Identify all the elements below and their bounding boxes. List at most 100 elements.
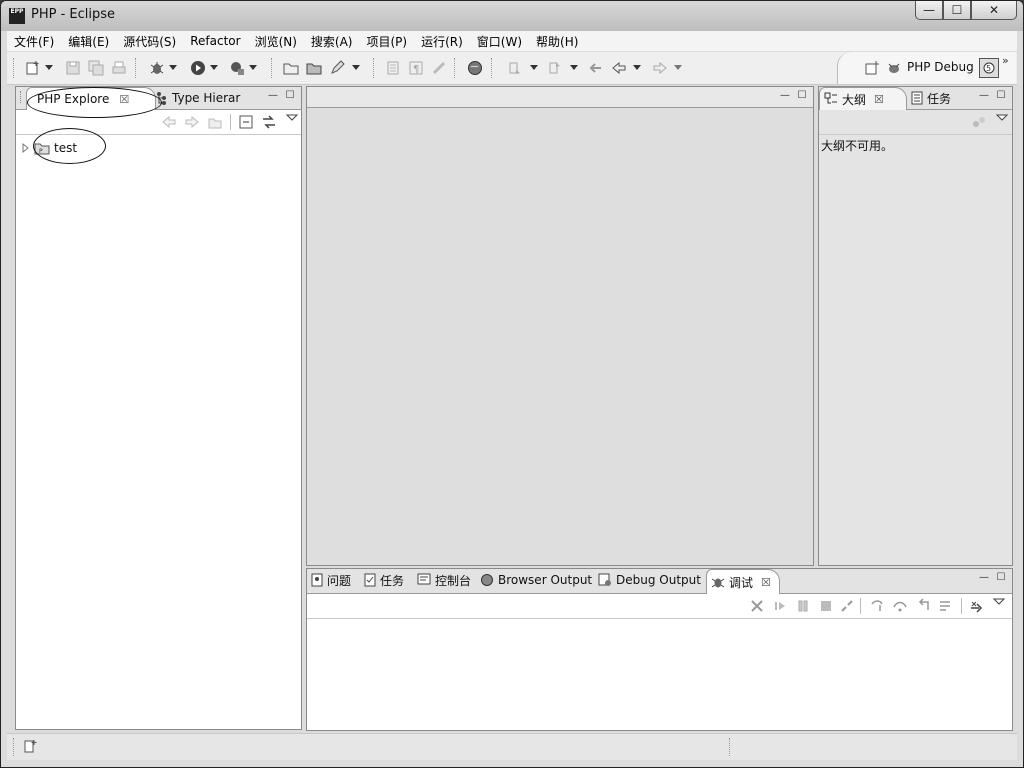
- next-annotation-icon[interactable]: [507, 60, 523, 76]
- tasks-icon: [364, 573, 376, 587]
- menu-help[interactable]: 帮助(H): [529, 33, 585, 50]
- more-perspectives-icon[interactable]: »: [1002, 54, 1009, 67]
- maximize-view-icon[interactable]: ☐: [285, 90, 295, 101]
- menu-window[interactable]: 窗口(W): [470, 33, 529, 50]
- back-icon[interactable]: [161, 114, 177, 130]
- view-menu-icon[interactable]: [991, 594, 1007, 610]
- menu-edit[interactable]: 编辑(E): [61, 33, 116, 50]
- forward-dropdown-icon[interactable]: [673, 60, 683, 76]
- minimize-view-icon[interactable]: —: [979, 572, 989, 583]
- toggle-block-icon[interactable]: [385, 60, 401, 76]
- tab-browser-output[interactable]: Browser Output: [480, 569, 592, 591]
- view-menu-icon[interactable]: [994, 110, 1010, 126]
- menu-refactor[interactable]: Refactor: [183, 34, 247, 48]
- close-tab-icon[interactable]: ☒: [761, 576, 771, 589]
- maximize-view-icon[interactable]: ☐: [996, 90, 1006, 101]
- link-with-editor-icon[interactable]: [261, 114, 277, 130]
- open-project-icon[interactable]: [306, 60, 322, 76]
- tab-tasks-bottom[interactable]: 任务: [364, 569, 404, 591]
- tab-tasks[interactable]: 任务: [911, 87, 951, 109]
- resume-icon[interactable]: [772, 598, 788, 614]
- pen-dropdown-icon[interactable]: [351, 60, 361, 76]
- expand-arrow-icon[interactable]: [22, 143, 30, 153]
- project-tree: P test: [16, 135, 301, 729]
- step-return-icon[interactable]: [915, 598, 931, 614]
- menu-search[interactable]: 搜索(A): [304, 33, 360, 50]
- back-dropdown-icon[interactable]: [632, 60, 642, 76]
- suspend-icon[interactable]: [795, 598, 811, 614]
- bottom-panel: 问题 任务 控制台 Browser Output Debug Output 调试: [306, 568, 1013, 731]
- outline-unavailable-message: 大纲不可用。: [821, 139, 894, 153]
- menu-run[interactable]: 运行(R): [414, 33, 470, 50]
- view-menu-icon[interactable]: [284, 110, 300, 126]
- run-dropdown-icon[interactable]: [209, 60, 219, 76]
- save-icon[interactable]: [65, 60, 81, 76]
- minimize-editor-icon[interactable]: —: [780, 90, 790, 101]
- debug-dropdown-icon[interactable]: [168, 60, 178, 76]
- disconnect-icon[interactable]: [839, 598, 855, 614]
- fast-view-icon[interactable]: [23, 738, 39, 754]
- tab-label: 任务: [927, 91, 952, 106]
- up-icon[interactable]: [207, 114, 223, 130]
- tab-outline[interactable]: 大纲 ☒: [819, 87, 907, 110]
- show-whitespace-icon[interactable]: ¶: [408, 60, 424, 76]
- tab-problems[interactable]: 问题: [311, 569, 351, 591]
- remove-terminated-icon[interactable]: [749, 598, 765, 614]
- highlight-icon[interactable]: [431, 60, 447, 76]
- last-edit-location-icon[interactable]: [587, 60, 603, 76]
- minimize-view-icon[interactable]: —: [268, 90, 278, 101]
- tab-console[interactable]: 控制台: [417, 569, 471, 591]
- step-over-icon[interactable]: [892, 598, 908, 614]
- tab-debug[interactable]: 调试 ☒: [706, 569, 780, 594]
- maximize-button[interactable]: ☐: [943, 1, 971, 20]
- new-dropdown-icon[interactable]: [44, 60, 54, 76]
- tab-debug-output[interactable]: Debug Output: [598, 569, 701, 591]
- prev-annotation-dropdown-icon[interactable]: [569, 60, 579, 76]
- maximize-view-icon[interactable]: ☐: [996, 572, 1006, 583]
- menu-file[interactable]: 文件(F): [7, 33, 61, 50]
- print-icon[interactable]: [111, 60, 127, 76]
- title-bar[interactable]: EPP PHP - Eclipse — ☐ ✕: [1, 1, 1023, 31]
- menu-project[interactable]: 项目(P): [359, 33, 414, 50]
- close-tab-icon[interactable]: ☒: [874, 93, 884, 106]
- open-perspective-icon[interactable]: [864, 60, 880, 76]
- open-folder-icon[interactable]: [283, 60, 299, 76]
- minimize-view-icon[interactable]: —: [979, 90, 989, 101]
- back-arrow-icon[interactable]: [611, 60, 627, 76]
- menu-navigate[interactable]: 浏览(N): [248, 33, 304, 50]
- pen-tool-icon[interactable]: [329, 60, 345, 76]
- console-icon: [417, 573, 431, 585]
- new-wizard-icon[interactable]: [25, 60, 41, 76]
- forward-arrow-icon[interactable]: [652, 60, 668, 76]
- tab-label: 问题: [327, 573, 352, 588]
- external-tools-dropdown-icon[interactable]: [248, 60, 258, 76]
- outline-action-icon[interactable]: [971, 114, 987, 130]
- editor-tabbar: — ☐: [307, 87, 813, 108]
- tab-label: 任务: [380, 573, 405, 588]
- prev-annotation-icon[interactable]: [547, 60, 563, 76]
- run-icon[interactable]: [190, 60, 206, 76]
- php-perspective-icon[interactable]: 5: [979, 58, 999, 78]
- minimize-button[interactable]: —: [915, 1, 943, 20]
- window-title: PHP - Eclipse: [31, 7, 116, 22]
- tab-type-hierarchy[interactable]: Type Hierar: [156, 87, 240, 109]
- collapse-all-icon[interactable]: [238, 114, 254, 130]
- debug-output-icon: [598, 573, 611, 586]
- drop-to-frame-icon[interactable]: [938, 598, 954, 614]
- terminate-icon[interactable]: [818, 598, 834, 614]
- menu-source[interactable]: 源代码(S): [116, 33, 183, 50]
- globe-icon[interactable]: [467, 60, 483, 76]
- save-all-icon[interactable]: [88, 60, 104, 76]
- tab-label: Browser Output: [498, 573, 593, 587]
- debug-bug-icon[interactable]: [149, 60, 165, 76]
- close-button[interactable]: ✕: [971, 1, 1017, 20]
- next-annotation-dropdown-icon[interactable]: [529, 60, 539, 76]
- external-tools-icon[interactable]: [229, 60, 245, 76]
- maximize-editor-icon[interactable]: ☐: [797, 90, 807, 101]
- perspective-switcher: PHP Debug 5 »: [837, 52, 1016, 84]
- use-step-filters-icon[interactable]: [969, 598, 985, 614]
- php-debug-perspective-button[interactable]: PHP Debug: [907, 60, 974, 74]
- forward-icon[interactable]: [184, 114, 200, 130]
- toolbar-separator: [271, 58, 273, 78]
- step-into-icon[interactable]: [869, 598, 885, 614]
